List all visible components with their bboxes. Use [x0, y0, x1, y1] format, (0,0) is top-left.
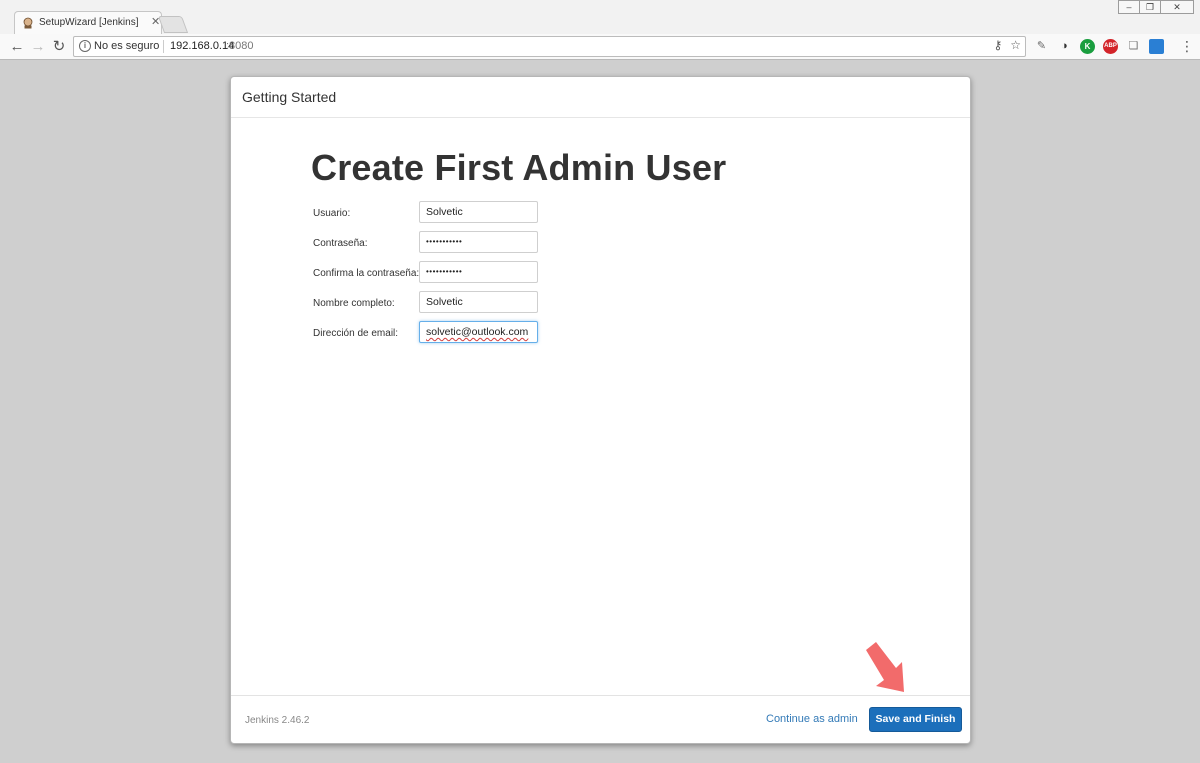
square-icon[interactable] — [1149, 39, 1164, 54]
url-host: 192.168.0.14 — [170, 40, 235, 52]
password-label: Contraseña: — [313, 238, 368, 249]
browser-titlebar: SetupWizard [Jenkins] ✕ ‒ ❐ ✕ — [0, 0, 1200, 34]
restore-icon[interactable]: ❐ — [1139, 0, 1161, 14]
back-icon[interactable]: ← — [8, 38, 26, 56]
security-status[interactable]: No es seguro — [94, 40, 159, 52]
save-and-finish-button[interactable]: Save and Finish — [869, 707, 962, 732]
address-separator — [163, 40, 164, 53]
email-input[interactable]: solvetic@outlook.com — [419, 321, 538, 343]
window-controls: ‒ ❐ ✕ — [1118, 0, 1194, 14]
fullname-label: Nombre completo: — [313, 298, 395, 309]
form-row-email: Dirección de email: solvetic@outlook.com — [313, 321, 553, 347]
eye-icon[interactable]: ◑ — [1057, 39, 1072, 54]
adblock-icon[interactable]: ABP — [1103, 39, 1118, 54]
forward-icon[interactable]: → — [29, 38, 47, 56]
confirm-password-label: Confirma la contraseña: — [313, 268, 420, 279]
tab-title: SetupWizard [Jenkins] — [39, 17, 139, 28]
username-input[interactable]: Solvetic — [419, 201, 538, 223]
info-icon[interactable]: i — [79, 40, 91, 52]
pen-icon[interactable]: ✎ — [1034, 39, 1049, 54]
password-input[interactable]: ••••••••••• — [419, 231, 538, 253]
bookmark-star-icon[interactable]: ☆ — [1010, 38, 1021, 52]
reload-icon[interactable]: ↻ — [50, 38, 68, 56]
address-bar[interactable]: i No es seguro 192.168.0.14 :8080 ⚷ ☆ — [73, 36, 1026, 57]
form-row-fullname: Nombre completo: Solvetic — [313, 291, 553, 317]
page-title: Create First Admin User — [311, 147, 727, 188]
jenkins-version: Jenkins 2.46.2 — [245, 715, 310, 726]
email-label: Dirección de email: — [313, 328, 399, 339]
url-port: :8080 — [226, 40, 254, 52]
annotation-arrow-icon — [866, 642, 904, 692]
minimize-icon[interactable]: ‒ — [1118, 0, 1140, 14]
k-icon[interactable]: K — [1080, 39, 1095, 54]
dialog-header: Getting Started — [231, 77, 970, 118]
dialog-title: Getting Started — [242, 89, 337, 105]
continue-as-admin-link[interactable]: Continue as admin — [766, 713, 858, 725]
form-row-username: Usuario: Solvetic — [313, 201, 553, 227]
dialog-footer: Jenkins 2.46.2 Continue as admin Save an… — [231, 695, 970, 743]
form-row-password: Contraseña: ••••••••••• — [313, 231, 553, 257]
browser-toolbar: ← → ↻ i No es seguro 192.168.0.14 :8080 … — [0, 34, 1200, 60]
jenkins-favicon-icon — [23, 17, 33, 29]
fullname-input[interactable]: Solvetic — [419, 291, 538, 313]
email-value: solvetic@outlook.com — [426, 326, 529, 338]
extensions-bar: ✎ ◑ K ABP ❏ — [1034, 39, 1164, 54]
key-icon[interactable]: ⚷ — [993, 38, 1002, 52]
menu-icon[interactable]: ⋮ — [1180, 38, 1194, 54]
confirm-password-input[interactable]: ••••••••••• — [419, 261, 538, 283]
stack-icon[interactable]: ❏ — [1126, 39, 1141, 54]
new-tab-button[interactable] — [157, 16, 189, 33]
username-label: Usuario: — [313, 208, 351, 219]
browser-tab[interactable]: SetupWizard [Jenkins] ✕ — [14, 11, 162, 34]
form-row-confirm-password: Confirma la contraseña: ••••••••••• — [313, 261, 553, 287]
close-window-icon[interactable]: ✕ — [1160, 0, 1194, 14]
